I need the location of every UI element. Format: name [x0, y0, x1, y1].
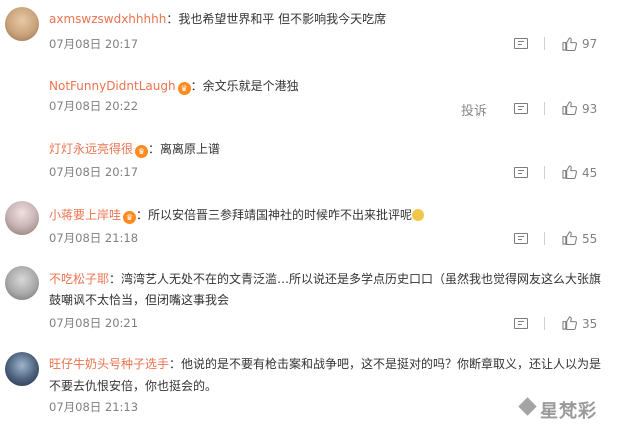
like-count: 93	[582, 102, 598, 116]
username-link[interactable]: 旺仔牛奶头号种子选手	[49, 357, 169, 371]
timestamp: 07月08日 20:22	[49, 99, 139, 113]
comment-author-line: NotFunnyDidntLaugh ♛ ：余文乐就是个港独	[49, 77, 299, 95]
like-count: 97	[582, 37, 598, 51]
comment-text: ：他说的是不要有枪击案和战争吧，这不是挺对的吗？你断章取义，还让人以为是	[169, 357, 602, 371]
divider	[544, 317, 545, 330]
thumbs-up-icon[interactable]	[562, 165, 577, 179]
avatar[interactable]	[5, 352, 39, 386]
reply-icon[interactable]	[514, 318, 528, 329]
username-link[interactable]: 小蒋要上岸哇	[49, 208, 121, 222]
username-link[interactable]: axmswzswdxhhhhh	[49, 12, 166, 26]
username-link[interactable]: NotFunnyDidntLaugh	[49, 79, 176, 93]
timestamp: 07月08日 21:18	[49, 231, 139, 245]
report-button[interactable]: 投诉	[461, 100, 487, 119]
timestamp: 07月08日 21:13	[49, 400, 139, 414]
comment-author-line: 小蒋要上岸哇 ♛ ：所以安倍晋三参拜靖国神社的时候咋不出来批评呢	[49, 206, 425, 224]
thumbs-up-icon[interactable]	[562, 101, 577, 115]
divider	[544, 102, 545, 115]
thumbs-up-icon[interactable]	[562, 37, 577, 51]
username-link[interactable]: 灯灯永远亮得很	[49, 142, 133, 156]
avatar[interactable]	[5, 201, 39, 235]
thumbs-up-icon[interactable]	[562, 231, 577, 245]
reply-icon[interactable]	[514, 167, 528, 178]
reply-icon[interactable]	[514, 38, 528, 49]
divider	[544, 166, 545, 179]
reply-icon[interactable]	[514, 103, 528, 114]
comment-author-line: 旺仔牛奶头号种子选手：他说的是不要有枪击案和战争吧，这不是挺对的吗？你断章取义，…	[49, 355, 601, 372]
username-link[interactable]: 不吃松子耶	[49, 272, 109, 286]
comment-text: ：余文乐就是个港独	[190, 79, 299, 93]
avatar[interactable]	[5, 7, 39, 41]
timestamp: 07月08日 20:17	[49, 37, 139, 51]
like-count: 35	[582, 317, 598, 331]
divider	[544, 232, 545, 245]
vip-badge-icon: ♛	[123, 211, 137, 224]
watermark: 星梵彩	[540, 401, 597, 422]
comment-text-continued: 不要去仇恨安倍，你也挺会的。	[49, 379, 218, 393]
like-count: 55	[582, 232, 598, 246]
comment-author-line: 不吃松子耶：湾湾艺人无处不在的文青泛滥…所以说还是多学点历史口口（虽然我也觉得网…	[49, 270, 601, 287]
comment-author-line: 灯灯永远亮得很 ♛ ：离离原上谱	[49, 140, 220, 158]
emoji-icon	[412, 209, 425, 221]
thumbs-up-icon[interactable]	[562, 316, 577, 330]
vip-badge-icon: ♛	[135, 145, 149, 158]
like-count: 45	[582, 166, 598, 180]
divider	[544, 37, 545, 50]
reply-icon[interactable]	[514, 233, 528, 244]
timestamp: 07月08日 20:17	[49, 165, 139, 179]
comment-text: ：离离原上谱	[148, 142, 221, 156]
comment-text-continued: 鼓嘲讽不太恰当，但闭嘴这事我会	[49, 293, 230, 307]
avatar[interactable]	[5, 266, 39, 300]
comment-author-line: axmswzswdxhhhhh：我也希望世界和平 但不影响我今天吃席	[49, 10, 386, 27]
comment-text: ：我也希望世界和平 但不影响我今天吃席	[166, 12, 387, 26]
comment-text: ：所以安倍晋三参拜靖国神社的时候咋不出来批评呢	[136, 208, 413, 222]
watermark-logo-icon	[518, 397, 537, 416]
vip-badge-icon: ♛	[177, 82, 191, 95]
timestamp: 07月08日 20:21	[49, 316, 139, 330]
comment-text: ：湾湾艺人无处不在的文青泛滥…所以说还是多学点历史口口（虽然我也觉得网友这么大张…	[109, 272, 602, 286]
